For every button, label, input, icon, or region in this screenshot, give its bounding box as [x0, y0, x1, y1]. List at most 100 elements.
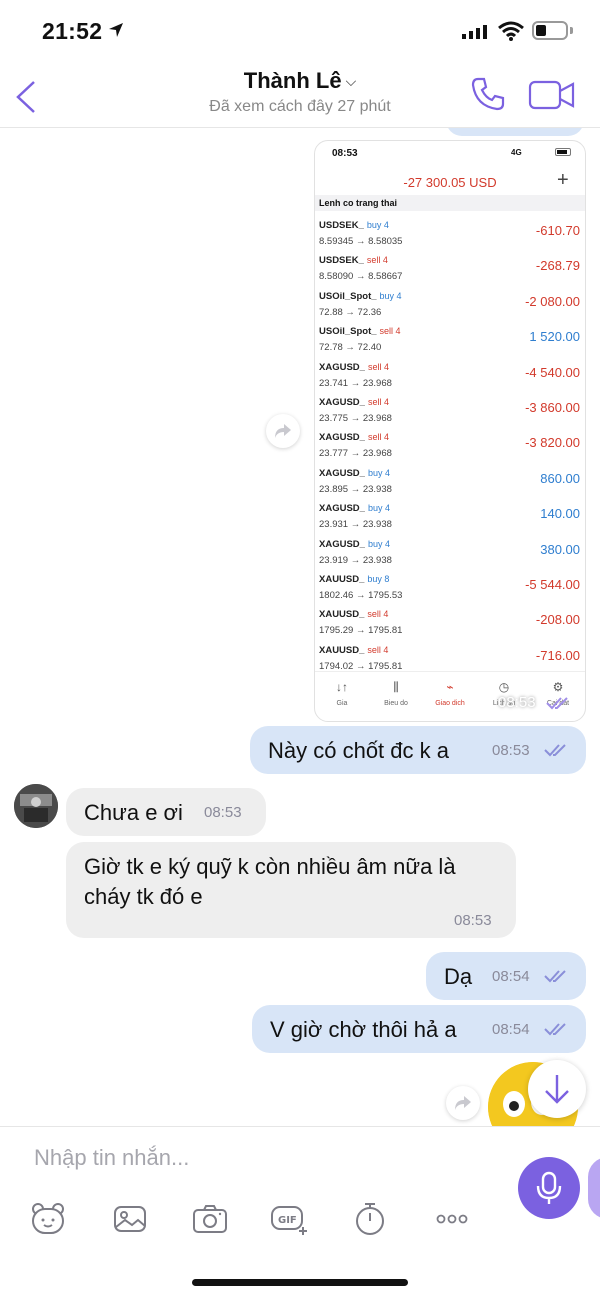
- section-title: Lenh co trang thai: [315, 195, 585, 211]
- tab-icon: ⚙: [552, 680, 564, 694]
- order-symbol: USDSEK_: [319, 220, 364, 231]
- status-bar: 21:52: [0, 0, 600, 62]
- contact-name[interactable]: Thành Lê ⌵: [0, 68, 600, 94]
- tab-label: Bieu do: [384, 700, 408, 707]
- previous-message-bubble: [446, 128, 584, 136]
- order-symbol: XAGUSD_: [319, 361, 365, 373]
- message-input[interactable]: [34, 1145, 454, 1171]
- phone-call-icon[interactable]: [470, 76, 506, 112]
- gallery-button[interactable]: [110, 1199, 150, 1239]
- secondary-action-button[interactable]: [588, 1157, 600, 1219]
- incoming-message[interactable]: Giờ tk e ký quỹ k còn nhiều âm nữa là ch…: [66, 842, 516, 938]
- order-symbol: XAGUSD_: [319, 432, 365, 444]
- image-gallery-icon: [114, 1206, 146, 1232]
- order-row: XAUUSD_ sell 4 1795.29 → 1795.81 -208.00: [315, 602, 585, 637]
- battery-icon: [555, 148, 571, 156]
- more-button[interactable]: [432, 1199, 472, 1239]
- stopwatch-icon: [356, 1203, 384, 1235]
- order-profit-loss: -2 080.00: [525, 293, 580, 309]
- image-tab-bar: ↓↑ Gia ⫼ Bieu do ⌁ Giao dich ◷ Lich su ⚙ Cai dat: [315, 671, 585, 721]
- order-row: XAUUSD_ buy 8 1802.46 → 1795.53 -5 544.00: [315, 567, 585, 602]
- forward-arrow-icon: [275, 424, 291, 438]
- order-row: USDSEK_ buy 4 8.59345 → 8.58035 -610.70: [315, 213, 585, 248]
- chat-header: Thành Lê ⌵ Đã xem cách đây 27 phút: [0, 62, 600, 128]
- order-profit-loss: -610.70: [535, 223, 580, 238]
- contact-avatar[interactable]: [14, 784, 58, 828]
- tab-icon: ↓↑: [336, 680, 348, 694]
- read-check-icon: [544, 970, 566, 983]
- incoming-message[interactable]: Chưa e ơi 08:53: [66, 788, 266, 836]
- sticker-button[interactable]: [28, 1199, 68, 1239]
- image-tab: ⌁ Giao dich: [423, 672, 477, 721]
- read-check-icon: [544, 1023, 566, 1036]
- order-row: XAGUSD_ buy 4 23.931 → 23.938 140.00: [315, 496, 585, 531]
- order-side: buy 4: [366, 220, 389, 230]
- gif-button[interactable]: GIF: [268, 1199, 308, 1239]
- read-check-icon: [546, 697, 568, 710]
- order-profit-loss: -4 540.00: [525, 364, 580, 380]
- order-row: XAUUSD_ sell 4 1794.02 → 1795.81 -716.00: [315, 638, 585, 673]
- order-profit-loss: -268.79: [535, 258, 580, 274]
- camera-icon: [193, 1205, 227, 1233]
- plus-icon: +: [557, 169, 569, 191]
- order-symbol: USOil_Spot_: [319, 326, 377, 338]
- order-side: sell 4: [379, 326, 401, 337]
- order-symbol: USDSEK_: [319, 255, 364, 267]
- order-profit-loss: 140.00: [540, 506, 580, 522]
- forward-button[interactable]: [266, 414, 300, 448]
- forward-button[interactable]: [446, 1086, 480, 1120]
- orders-list: USDSEK_ buy 4 8.59345 → 8.58035 -610.70 USDS…: [315, 213, 585, 673]
- outgoing-message[interactable]: V giờ chờ thôi hả a 08:54: [252, 1005, 586, 1053]
- order-side: sell 4: [367, 361, 389, 372]
- location-arrow-icon: [109, 23, 123, 37]
- tab-icon: ⌁: [446, 680, 454, 694]
- more-dots-icon: [436, 1214, 468, 1224]
- order-row: USOil_Spot_ buy 4 72.88 → 72.36 -2 080.00: [315, 284, 585, 319]
- last-seen-status: Đã xem cách đây 27 phút: [209, 98, 391, 115]
- image-status-bar: 08:53 4G: [315, 141, 585, 165]
- order-side: sell 4: [366, 255, 388, 266]
- order-side: sell 4: [367, 644, 389, 655]
- outgoing-message[interactable]: Này có chốt đc k a 08:53: [250, 726, 586, 774]
- camera-button[interactable]: [190, 1199, 230, 1239]
- order-symbol: XAUUSD_: [319, 573, 365, 585]
- order-symbol: XAGUSD_: [319, 467, 365, 479]
- order-row: XAGUSD_ sell 4 23.775 → 23.968 -3 860.00: [315, 390, 585, 425]
- message-list[interactable]: 08:53 4G -27 300.05 USD + Lenh co trang …: [0, 128, 600, 1126]
- order-profit-loss: -716.00: [535, 647, 580, 663]
- home-indicator: [192, 1279, 408, 1286]
- forward-arrow-icon: [455, 1096, 471, 1110]
- battery-icon: [532, 21, 568, 40]
- order-row: XAGUSD_ sell 4 23.741 → 23.968 -4 540.00: [315, 355, 585, 390]
- order-profit-loss: 860.00: [540, 470, 580, 486]
- order-side: sell 4: [367, 432, 389, 443]
- order-symbol: USOil_Spot_: [319, 290, 377, 302]
- order-profit-loss: 1 520.00: [529, 329, 580, 345]
- scroll-to-bottom-button[interactable]: [528, 1060, 586, 1118]
- image-message[interactable]: 08:53 4G -27 300.05 USD + Lenh co trang …: [314, 140, 586, 722]
- tab-label: Giao dich: [435, 700, 465, 707]
- voice-record-button[interactable]: [518, 1157, 580, 1219]
- status-time: 21:52: [42, 18, 103, 44]
- order-row: XAGUSD_ sell 4 23.777 → 23.968 -3 820.00: [315, 425, 585, 460]
- order-profit-loss: 380.00: [540, 541, 580, 557]
- order-row: USOil_Spot_ sell 4 72.78 → 72.40 1 520.00: [315, 319, 585, 354]
- order-symbol: XAUUSD_: [319, 609, 365, 621]
- timer-button[interactable]: [350, 1199, 390, 1239]
- image-tab: ↓↑ Gia: [315, 672, 369, 721]
- outgoing-message[interactable]: Dạ 08:54: [426, 952, 586, 1000]
- gif-icon: GIF: [271, 1206, 307, 1235]
- microphone-icon: [536, 1171, 562, 1204]
- chevron-down-icon: ⌵: [345, 73, 357, 89]
- arrow-down-icon: [545, 1075, 569, 1104]
- tab-icon: ⫼: [393, 680, 399, 694]
- order-side: sell 4: [367, 609, 389, 620]
- message-time: 08:53: [498, 694, 536, 711]
- order-symbol: XAGUSD_: [319, 538, 365, 550]
- order-side: buy 4: [379, 290, 402, 301]
- video-call-icon[interactable]: [528, 80, 576, 110]
- order-profit-loss: -5 544.00: [525, 576, 580, 592]
- read-check-icon: [544, 744, 566, 757]
- wifi-icon: [498, 21, 524, 41]
- order-side: buy 4: [367, 538, 390, 549]
